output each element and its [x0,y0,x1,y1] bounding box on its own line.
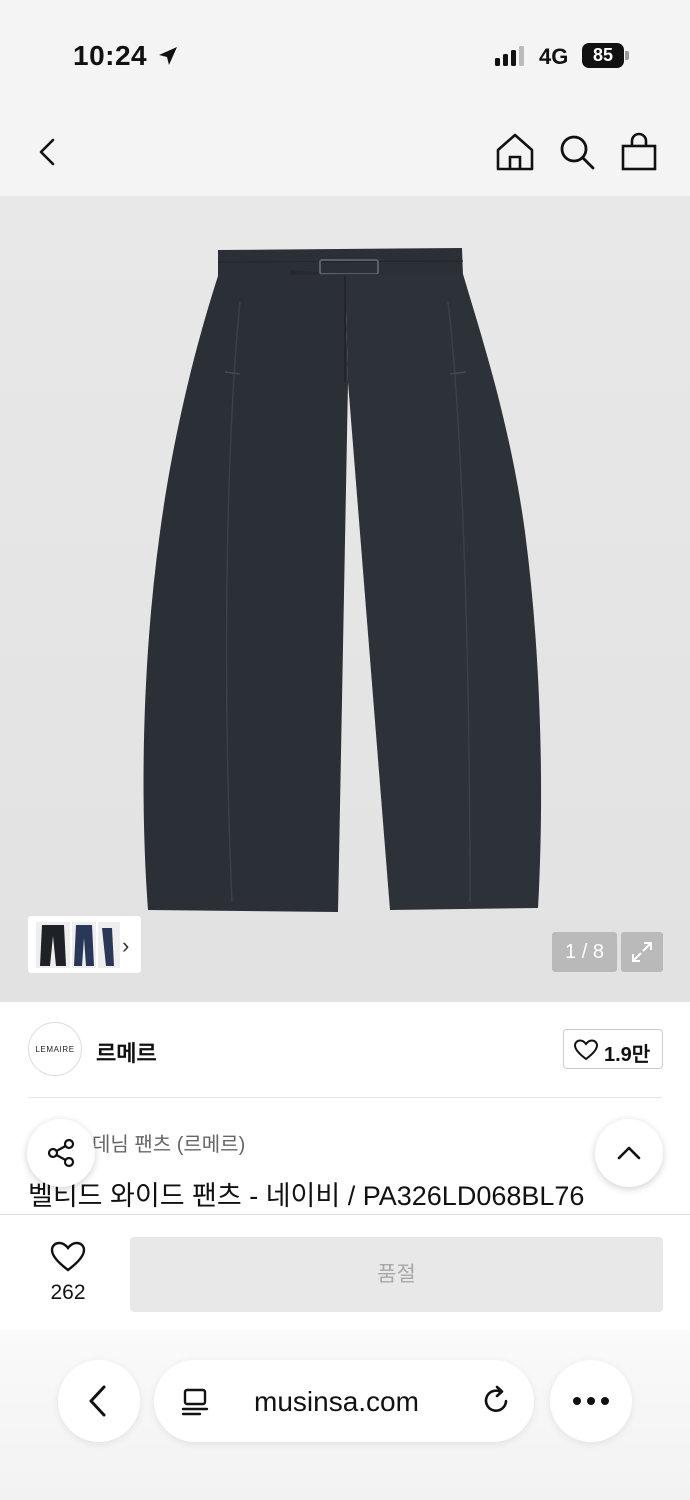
product-image-gallery[interactable]: › 1 / 8 [0,196,690,1002]
product-image [143,248,542,912]
url-text: musinsa.com [254,1386,419,1417]
brand-logo[interactable]: LEMAIRE [28,1022,82,1076]
scroll-top-button[interactable] [595,1119,663,1187]
heart-icon [574,1039,598,1061]
thumbnail-strip[interactable]: › [28,916,141,973]
share-button[interactable] [27,1119,95,1187]
back-icon [89,1385,106,1417]
app-header [0,110,690,196]
soldout-button[interactable]: 품절 [130,1237,663,1312]
browser-back-button[interactable] [58,1360,140,1442]
more-options-button[interactable] [550,1360,632,1442]
reader-icon[interactable] [180,1386,210,1416]
brand-like-button[interactable]: 1.9만 [563,1029,663,1069]
shopping-bag-icon[interactable] [619,132,659,172]
reload-icon[interactable] [480,1384,512,1416]
chevron-right-icon: › [122,933,130,958]
brand-like-count: 1.9만 [604,1044,651,1066]
product-title: 벨티드 와이드 팬츠 - 네이비 / PA326LD068BL76 [28,1181,585,1211]
network-label: 4G [539,44,569,69]
battery-indicator: 85 [582,43,624,68]
expand-button[interactable] [621,932,663,972]
address-bar[interactable]: musinsa.com [154,1360,534,1442]
share-icon [47,1138,75,1168]
product-category[interactable]: 데님 팬츠 (르메르) [92,1128,245,1157]
location-arrow-icon [159,47,177,65]
purchase-bar: 262 품절 [0,1214,690,1330]
wishlist-count: 262 [50,1281,86,1304]
heart-icon [50,1241,86,1272]
expand-icon [632,942,652,962]
divider [28,1097,662,1098]
wishlist-button[interactable]: 262 [0,1215,130,1331]
status-bar: 10:24 4G 85 [0,0,690,110]
brand-name[interactable]: 르메르 [96,1036,157,1068]
battery-cap [625,51,629,60]
status-time: 10:24 [73,40,148,71]
home-icon[interactable] [495,132,535,172]
chevron-up-icon [617,1146,641,1160]
more-icon [573,1397,609,1405]
search-icon[interactable] [557,132,597,172]
image-page-counter: 1 / 8 [552,932,617,972]
signal-icon [495,46,524,66]
thumbnail-images [36,922,120,968]
back-icon[interactable] [28,132,68,172]
browser-toolbar: musinsa.com [0,1330,690,1500]
